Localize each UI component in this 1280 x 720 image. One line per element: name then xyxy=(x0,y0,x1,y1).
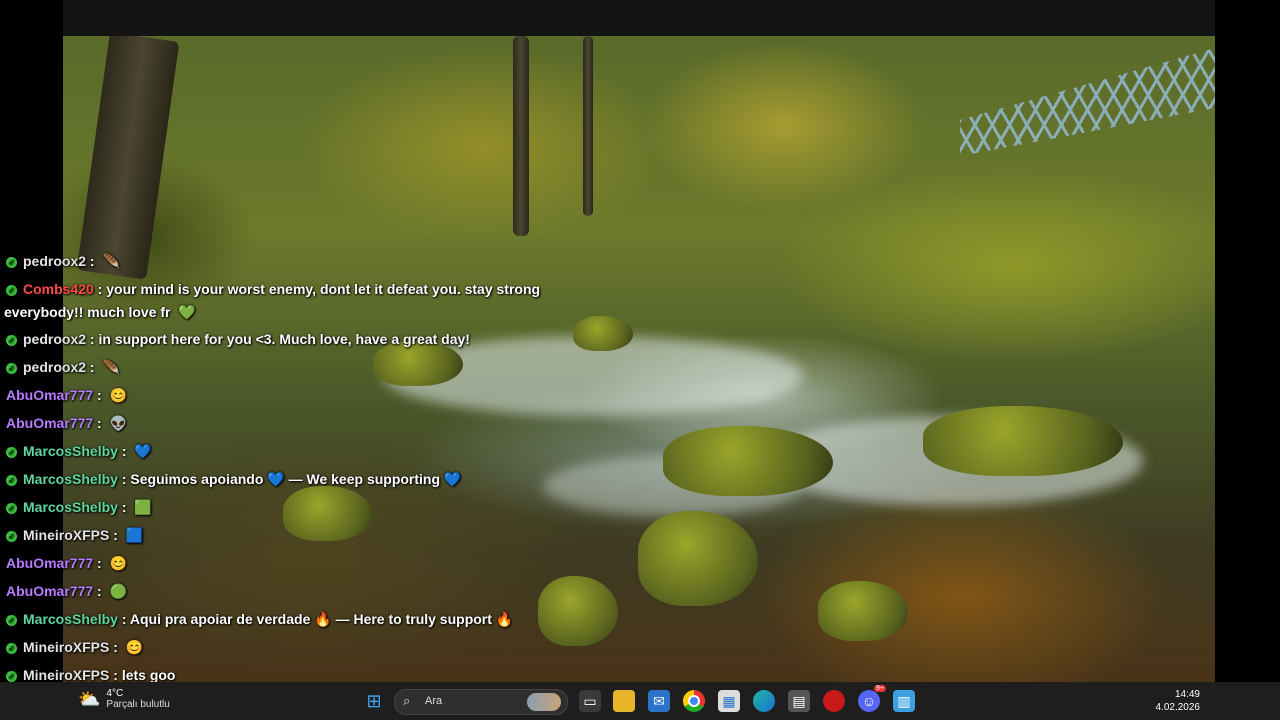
chat-message: AbuOmar777 : 😊 xyxy=(6,387,128,403)
blue-heart-emote-icon: 💙 xyxy=(134,443,152,459)
file-explorer-icon[interactable] xyxy=(613,690,635,712)
edge-icon[interactable] xyxy=(753,690,775,712)
discord-icon[interactable]: ☺ 9+ xyxy=(858,685,886,712)
search-highlight-image xyxy=(527,693,561,711)
chat-text: Seguimos apoiando 💙 — We keep supporting… xyxy=(130,471,462,487)
verified-badge-icon: ✓ xyxy=(6,531,17,542)
mossy-rock xyxy=(663,426,833,496)
chrome-icon[interactable] xyxy=(683,690,705,712)
verified-badge-icon: ✓ xyxy=(6,363,17,374)
chat-message-continuation: everybody!! much love fr 💚 xyxy=(4,304,196,321)
verified-badge-icon: ✓ xyxy=(6,257,17,268)
kick-emote-icon: 🟩 xyxy=(134,499,152,515)
green-heart-emote-icon: 💚 xyxy=(178,304,196,320)
mossy-rock xyxy=(638,511,758,606)
chat-message: AbuOmar777 : 😊 xyxy=(6,555,128,571)
chat-username: MineiroXFPS xyxy=(23,639,110,655)
chat-username: MarcosShelby xyxy=(23,443,118,459)
verified-badge-icon: ✓ xyxy=(6,503,17,514)
search-placeholder: Ara xyxy=(425,695,443,707)
chat-message: ✓ MineiroXFPS : 😊 xyxy=(6,639,143,656)
chat-message: AbuOmar777 : 👽 xyxy=(6,415,128,431)
chat-message: ✓ MarcosShelby : Seguimos apoiando 💙 — We… xyxy=(6,471,461,488)
chat-message: ✓ pedroox2 : 🪶 xyxy=(6,253,120,270)
mossy-rock xyxy=(818,581,908,641)
weather-temperature: 4°C xyxy=(106,688,124,699)
task-view-icon[interactable]: ▭ xyxy=(579,690,601,712)
chat-message: ✓ MarcosShelby : Aqui pra apoiar de verda… xyxy=(6,611,513,628)
notepad-icon[interactable]: ▥ xyxy=(893,690,915,712)
chat-message: ✓ MarcosShelby : 💙 xyxy=(6,443,152,460)
chat-message: ✓ MarcosShelby : 🟩 xyxy=(6,499,152,516)
chat-username: MarcosShelby xyxy=(23,471,118,487)
smile-emote-icon: 😊 xyxy=(109,387,128,403)
system-clock[interactable]: 14:49 4.02.2026 xyxy=(1156,688,1201,714)
smile-emote-icon: 😊 xyxy=(109,555,128,571)
chat-message: ✓ MineiroXFPS : 🟦 xyxy=(6,527,143,544)
chat-username: MineiroXFPS xyxy=(23,667,110,683)
chat-text: in support here for you <3. Much love, h… xyxy=(98,331,470,347)
chat-username: AbuOmar777 xyxy=(6,387,94,403)
search-box[interactable]: ⌕ Ara xyxy=(394,689,568,715)
green-emote-icon: 🟢 xyxy=(109,583,128,599)
chat-message: ✓ Combs420 : your mind is your worst enem… xyxy=(6,281,540,298)
chat-username: MineiroXFPS xyxy=(23,527,110,543)
taskbar: ⛅ 4°C Parçalı bulutlu ⊞ ⌕ Ara ▭ ✉ ▦ ▤ ☺ … xyxy=(0,682,1280,720)
verified-badge-icon: ✓ xyxy=(6,475,17,486)
chat-username: MarcosShelby xyxy=(23,611,118,627)
chat-username: MarcosShelby xyxy=(23,499,118,515)
feather-emote-icon: 🪶 xyxy=(102,253,120,269)
search-icon: ⌕ xyxy=(403,693,411,708)
windows-start-icon[interactable]: ⊞ xyxy=(363,690,385,712)
mail-icon[interactable]: ✉ xyxy=(648,690,670,712)
chat-message: AbuOmar777 : 🟢 xyxy=(6,583,128,599)
verified-badge-icon: ✓ xyxy=(6,671,17,682)
mossy-rock xyxy=(923,406,1123,476)
clock-time: 14:49 xyxy=(1174,689,1200,700)
weather-widget[interactable]: ⛅ 4°C Parçalı bulutlu xyxy=(78,688,170,710)
calculator-icon[interactable]: ▤ xyxy=(788,690,810,712)
chat-username: AbuOmar777 xyxy=(6,415,94,431)
chat-message: ✓ pedroox2 : 🪶 xyxy=(6,359,120,376)
chat-username: AbuOmar777 xyxy=(6,583,94,599)
alien-emote-icon: 👽 xyxy=(109,415,128,431)
weather-description: Parçalı bulutlu xyxy=(106,699,170,710)
w-emote-icon: 🟦 xyxy=(125,527,144,543)
verified-badge-icon: ✓ xyxy=(6,643,17,654)
chat-username: AbuOmar777 xyxy=(6,555,94,571)
verified-badge-icon: ✓ xyxy=(6,285,17,296)
bridge xyxy=(960,48,1215,156)
chat-text: your mind is your worst enemy, dont let … xyxy=(106,281,541,297)
chat-username: pedroox2 xyxy=(23,253,87,269)
partly-cloudy-icon: ⛅ xyxy=(78,688,101,709)
feather-emote-icon: 🪶 xyxy=(102,359,120,375)
chat-overlay: ✓ pedroox2 : 🪶 ✓ Combs420 : your mind is y… xyxy=(0,0,620,690)
verified-badge-icon: ✓ xyxy=(6,615,17,626)
verified-badge-icon: ✓ xyxy=(6,335,17,346)
discord-notification-badge: 9+ xyxy=(874,685,886,692)
verified-badge-icon: ✓ xyxy=(6,447,17,458)
chat-username: Combs420 xyxy=(23,281,94,297)
chat-username: pedroox2 xyxy=(23,331,87,347)
store-icon[interactable]: ▦ xyxy=(718,690,740,712)
chat-text: everybody!! much love fr xyxy=(4,304,171,320)
smile-emote-icon: 😊 xyxy=(125,639,144,655)
chat-text: lets goo xyxy=(121,667,176,683)
clock-date: 4.02.2026 xyxy=(1155,702,1201,713)
chat-username: pedroox2 xyxy=(23,359,87,375)
chat-text: Aqui pra apoiar de verdade 🔥 — Here to t… xyxy=(129,611,514,627)
chat-message: ✓ pedroox2 : in support here for you <3. … xyxy=(6,331,470,348)
app-red-icon[interactable] xyxy=(823,690,845,712)
